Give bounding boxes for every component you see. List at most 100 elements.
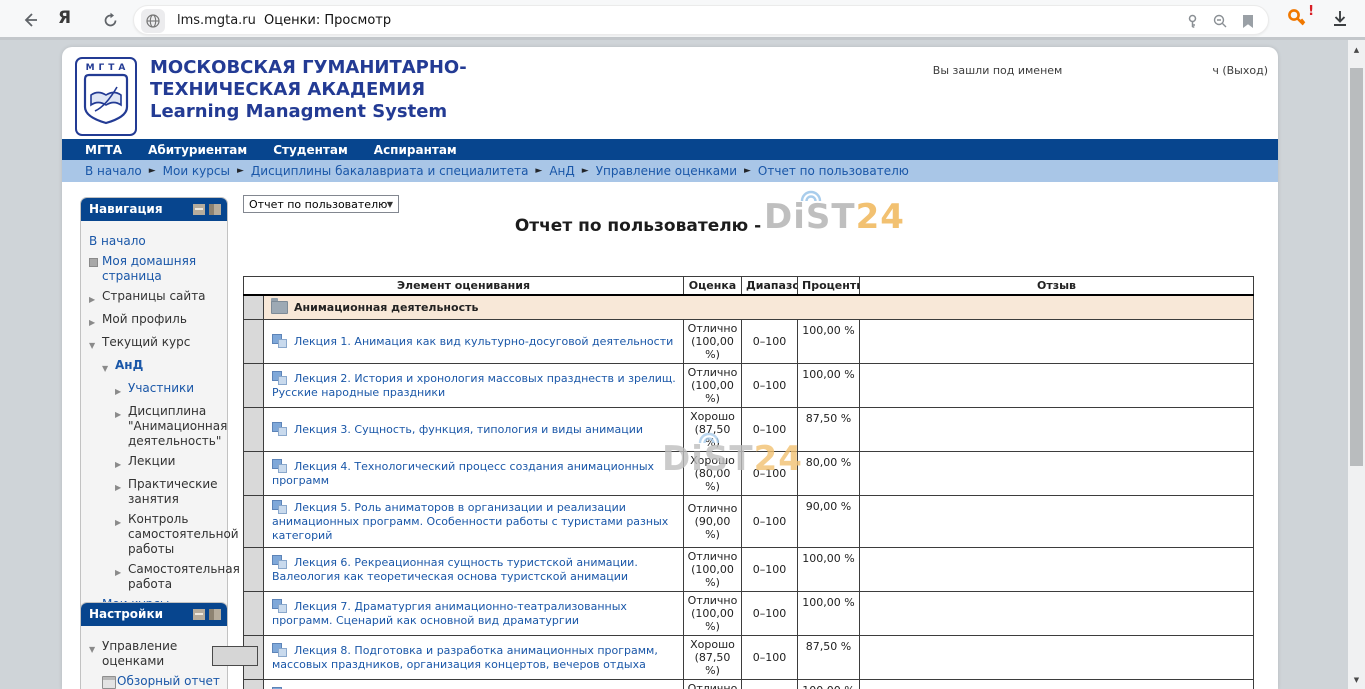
grades-header-row: Элемент оценивания Оценка Диапазон Проце… [244, 277, 1254, 296]
address-bar[interactable]: lms.mgta.ru Оценки: Просмотр [133, 5, 1269, 35]
collapse-block-icon[interactable] [193, 204, 205, 215]
top-navigation: МГТА Абитуриентам Студентам Аспирантам [62, 139, 1278, 160]
tree-collapsed-icon[interactable]: ▶ [115, 381, 128, 399]
sidebar-item-label[interactable]: Страницы сайта [102, 289, 223, 307]
sidebar-tree-item: ▶Практические занятия [85, 477, 223, 507]
collapse-block-icon[interactable] [193, 609, 205, 620]
item-name-cell: Лекция 4. Технологический процесс создан… [264, 451, 684, 495]
watermark-signal-icon [798, 185, 824, 205]
col-header-range: Диапазон [742, 277, 798, 296]
page-scrollbar[interactable]: ▲ ▼ [1348, 40, 1365, 689]
sidebar-item-label[interactable]: Мой профиль [102, 312, 223, 330]
topnav-item[interactable]: Студентам [273, 143, 348, 157]
sidebar-item-label[interactable]: Самостоятельная работа [128, 562, 240, 592]
navigation-block: Навигация В началоМоя домашняя страница▶… [80, 197, 228, 631]
breadcrumb-item[interactable]: Дисциплины бакалавриата и специалитета [251, 164, 529, 178]
sidebar-item-label[interactable]: Практические занятия [128, 477, 223, 507]
refresh-icon[interactable] [98, 8, 122, 32]
protect-key-icon[interactable] [1182, 11, 1202, 31]
range-cell: 0–100 [742, 591, 798, 635]
tree-collapsed-icon[interactable]: ▶ [115, 477, 128, 507]
category-row: Анимационная деятельность [244, 295, 1254, 319]
tree-collapsed-icon[interactable]: ▶ [115, 512, 128, 557]
tree-collapsed-icon[interactable]: ▶ [115, 562, 128, 592]
sidebar-tree-item: В начало [85, 234, 223, 249]
grade-item-link[interactable]: Лекция 2. История и хронология массовых … [272, 372, 676, 399]
scrollbar-up-arrow[interactable]: ▲ [1348, 43, 1365, 57]
tree-expanded-icon[interactable]: ▼ [89, 639, 102, 669]
sidebar-item-label[interactable]: Управление оценками [102, 639, 223, 669]
tree-collapsed-icon[interactable]: ▶ [89, 289, 102, 307]
report-type-select[interactable]: Отчет по пользователю ▼ [243, 195, 399, 213]
tree-collapsed-icon[interactable]: ▶ [89, 312, 102, 330]
range-cell: 0–100 [742, 363, 798, 407]
tree-expanded-icon[interactable]: ▼ [102, 358, 115, 376]
sidebar-item-label[interactable]: Лекции [128, 454, 223, 472]
category-label: Анимационная деятельность [294, 301, 478, 314]
sidebar-tree-item: ▶Самостоятельная работа [85, 562, 223, 592]
academy-title-line1: МОСКОВСКАЯ ГУМАНИТАРНО- [150, 57, 467, 79]
bookmark-icon[interactable] [1238, 11, 1258, 31]
scrollbar-down-arrow[interactable]: ▼ [1348, 673, 1365, 687]
tree-expanded-icon[interactable]: ▼ [89, 335, 102, 353]
indent-cell [244, 319, 264, 363]
sidebar-item-label[interactable]: Дисциплина "Анимационная деятельность" [128, 404, 227, 449]
sidebar-tree-item: ▼Управление оценками [85, 639, 223, 669]
url-domain[interactable]: lms.mgta.ru [177, 13, 256, 28]
grade-item-link[interactable]: Лекция 5. Роль аниматоров в организации … [272, 501, 668, 542]
site-globe-icon[interactable] [141, 9, 165, 33]
sidebar-item-label[interactable]: Контроль самостоятельной работы [128, 512, 239, 557]
back-icon[interactable] [18, 8, 42, 32]
breadcrumb-item[interactable]: Управление оценками [596, 164, 737, 178]
breadcrumb-item[interactable]: Мои курсы [163, 164, 230, 178]
grade-item-link[interactable]: Лекция 7. Драматургия анимационно-театра… [272, 600, 627, 627]
topnav-item[interactable]: Аспирантам [374, 143, 457, 157]
browser-toolbar: Я lms.mgta.ru Оценки: Просмотр ! [0, 0, 1365, 40]
grade-cell: Отлично(100,00 %) [684, 363, 742, 407]
tree-collapsed-icon[interactable]: ▶ [115, 404, 128, 449]
logout-link[interactable]: ч (Выход) [1212, 64, 1268, 77]
dock-block-icon[interactable] [209, 609, 221, 620]
grade-cell: Отлично(100,00 %) [684, 679, 742, 689]
sidebar-tree-item: ▼АнД [85, 358, 223, 376]
sidebar-item-label[interactable]: Участники [128, 381, 223, 399]
feedback-cell [860, 547, 1254, 591]
topnav-item[interactable]: МГТА [85, 143, 122, 157]
percent-cell: 80,00 % [798, 451, 860, 495]
sidebar-item-label[interactable]: Текущий курс [102, 335, 223, 353]
yandex-browser-icon[interactable]: Я [58, 8, 71, 28]
download-icon[interactable] [1330, 8, 1354, 32]
grade-cell: Отлично(100,00 %) [684, 547, 742, 591]
range-cell: 0–100 [742, 635, 798, 679]
breadcrumb-separator-icon: ► [237, 166, 244, 176]
academy-logo[interactable]: МГТА [75, 57, 137, 136]
grade-item-link[interactable]: Лекция 1. Анимация как вид культурно-дос… [294, 335, 673, 348]
sidebar-item-label[interactable]: В начало [89, 234, 223, 249]
grade-item-row: Лекция 1. Анимация как вид культурно-дос… [244, 319, 1254, 363]
indent-cell [244, 547, 264, 591]
academy-crest-icon [83, 73, 129, 125]
grade-item-link[interactable]: Лекция 3. Сущность, функция, типология и… [294, 423, 643, 436]
password-alert-icon[interactable]: ! [1286, 7, 1312, 33]
breadcrumb-item[interactable]: АнД [549, 164, 574, 178]
scrollbar-thumb[interactable] [1350, 68, 1363, 466]
settings-block: Настройки ▼Управление оценкамиОбзорный о… [80, 602, 228, 689]
tree-collapsed-icon[interactable]: ▶ [115, 454, 128, 472]
sidebar-item-label[interactable]: Обзорный отчет [117, 674, 223, 689]
indent-cell [244, 363, 264, 407]
grade-item-link[interactable]: Лекция 4. Технологический процесс создан… [272, 460, 654, 487]
sidebar-item-label[interactable]: Моя домашняя страница [102, 254, 223, 284]
percent-cell: 100,00 % [798, 319, 860, 363]
breadcrumb-item[interactable]: В начало [85, 164, 142, 178]
zoom-find-icon[interactable] [1210, 11, 1230, 31]
breadcrumb-item[interactable]: Отчет по пользователю [758, 164, 909, 178]
topnav-item[interactable]: Абитуриентам [148, 143, 247, 157]
grade-item-link[interactable]: Лекция 6. Рекреационная сущность туристс… [272, 556, 638, 583]
grades-table: Элемент оценивания Оценка Диапазон Проце… [243, 276, 1254, 689]
sidebar-item-label[interactable]: АнД [115, 358, 223, 376]
item-name-cell: Лекция 1. Анимация как вид культурно-дос… [264, 319, 684, 363]
dock-block-icon[interactable] [209, 204, 221, 215]
lesson-icon [272, 334, 287, 348]
grade-item-link[interactable]: Лекция 8. Подготовка и разработка анимац… [272, 644, 658, 671]
col-header-grade: Оценка [684, 277, 742, 296]
